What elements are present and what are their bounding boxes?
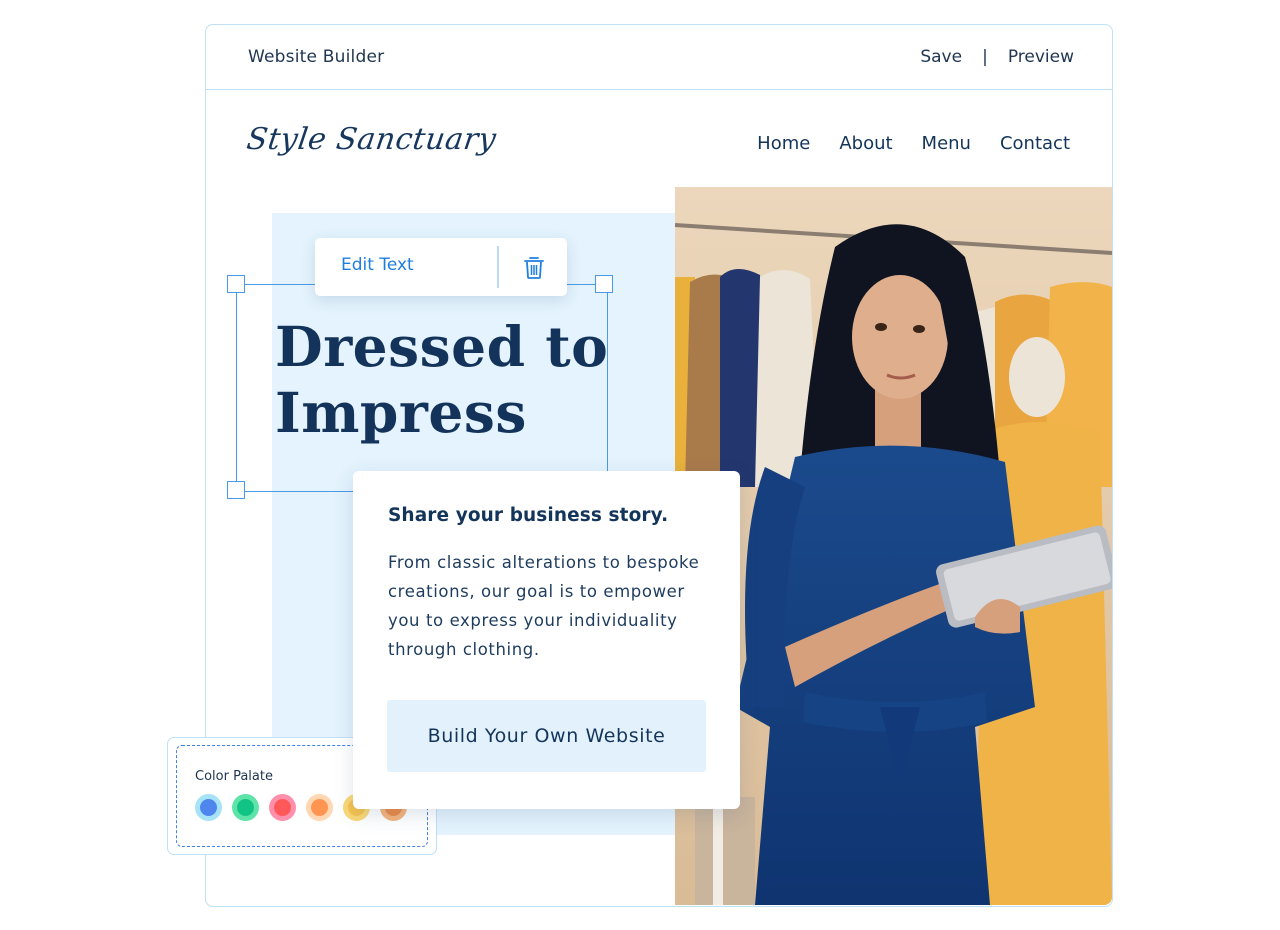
toolbar-divider: [497, 246, 499, 288]
site-logo[interactable]: Style Sanctuary: [245, 122, 499, 157]
top-actions: Save | Preview: [920, 47, 1074, 67]
save-button[interactable]: Save: [920, 47, 962, 67]
resize-handle-bottom-left[interactable]: [227, 481, 245, 499]
color-swatch-green[interactable]: [232, 794, 259, 821]
hero-headline[interactable]: Dressed to Impress: [275, 314, 608, 446]
edit-text-button[interactable]: Edit Text: [341, 255, 414, 275]
color-swatch-red[interactable]: [269, 794, 296, 821]
hero-headline-line-1: Dressed to: [275, 314, 609, 379]
preview-button[interactable]: Preview: [1008, 47, 1074, 67]
color-swatch-orange[interactable]: [306, 794, 333, 821]
color-swatch-orange-fill: [311, 799, 328, 816]
color-swatch-red-fill: [274, 799, 291, 816]
story-card: Share your business story. From classic …: [353, 471, 740, 809]
hero-headline-line-2: Impress: [275, 380, 527, 445]
color-palette-label: Color Palate: [195, 769, 273, 784]
build-website-button[interactable]: Build Your Own Website: [387, 700, 706, 772]
resize-handle-top-right[interactable]: [595, 275, 613, 293]
color-swatch-blue[interactable]: [195, 794, 222, 821]
app-title: Website Builder: [248, 47, 385, 67]
text-edit-toolbar: Edit Text: [315, 238, 567, 296]
nav-item-home[interactable]: Home: [757, 133, 810, 154]
nav-item-contact[interactable]: Contact: [1000, 133, 1070, 154]
builder-topbar: Website Builder Save | Preview: [206, 25, 1112, 90]
color-swatch-green-fill: [237, 799, 254, 816]
nav-item-about[interactable]: About: [839, 133, 892, 154]
site-nav: Home About Menu Contact: [757, 133, 1070, 154]
hero-photo[interactable]: [675, 187, 1112, 905]
photo-woman-with-tablet-icon: [675, 187, 1112, 905]
trash-icon[interactable]: [521, 254, 547, 280]
action-separator: |: [982, 47, 988, 67]
resize-handle-top-left[interactable]: [227, 275, 245, 293]
story-card-title[interactable]: Share your business story.: [388, 505, 668, 526]
nav-item-menu[interactable]: Menu: [922, 133, 971, 154]
story-card-body[interactable]: From classic alterations to bespoke crea…: [388, 548, 718, 664]
color-swatch-blue-fill: [200, 799, 217, 816]
